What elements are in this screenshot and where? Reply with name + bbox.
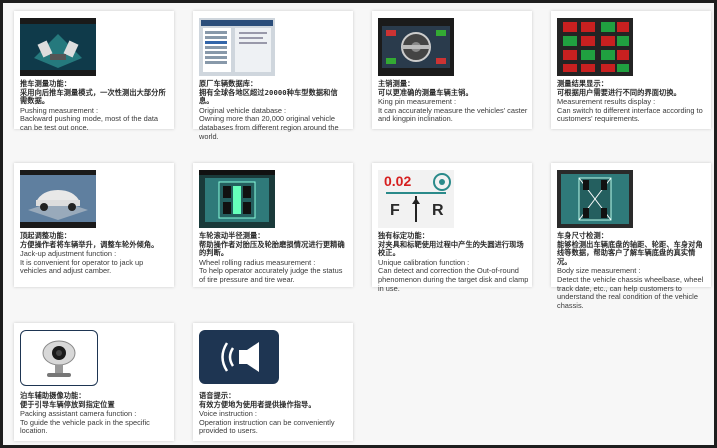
feature-en-desc: To help operator accurately judge the st… (199, 266, 343, 284)
feature-cn-text: 独有标定功能： 对夹具和标靶使用过程中产生的失圆进行现场校正。 (378, 231, 524, 258)
calibration-left-letter: F (390, 202, 400, 219)
feature-card-king-pin: 主销测量： 可以更准确的测量车辆主销。 King pin measurement… (372, 11, 532, 129)
speaker-icon (221, 342, 259, 372)
feature-grid: 推车测量功能： 采用向后推车测量模式，一次性测出大部分所需数据。 Pushing… (0, 0, 717, 448)
feature-en-desc: Can switch to different interface accord… (557, 105, 703, 124)
king-pin-thumbnail (378, 18, 454, 76)
feature-cn-text: 泊车辅助摄像功能： 便于引导车辆停放到指定位置 (20, 391, 115, 409)
camera-thumbnail (20, 330, 98, 386)
feature-card-pushing-measurement: 推车测量功能： 采用向后推车测量模式，一次性测出大部分所需数据。 Pushing… (14, 11, 174, 132)
feature-card-body-size: 车身尺寸检测： 能够检测出车辆底盘的轴距、轮距、车身对角线等数据，帮助客户了解车… (551, 163, 711, 310)
feature-card-calibration: 0.02 F R 独有标定功能： 对夹具和标靶使用过程中产生的失圆进行现场校正。… (372, 163, 532, 292)
feature-card-camera: 泊车辅助摄像功能： 便于引导车辆停放到指定位置 Packing assistan… (14, 323, 174, 441)
feature-cn-text: 推车测量功能： 采用向后推车测量模式，一次性测出大部分所需数据。 (20, 79, 166, 106)
feature-card-jack-up: 顶起调整功能： 方便操作者将车辆举升，调整车轮外倾角。 Jack-up adju… (14, 163, 174, 287)
feature-card-vehicle-database: 原厂车辆数据库： 拥有全球各地区超过20000种车型数据和信息。 Origina… (193, 11, 353, 140)
calibration-right-letter: R (432, 202, 444, 219)
feature-cn-text: 车身尺寸检测： 能够检测出车辆底盘的轴距、轮距、车身对角线等数据，帮助客户了解车… (557, 231, 703, 266)
feature-cn-text: 车轮滚动半径测量： 帮助操作者对胎压及轮胎磨损情况进行更精确的判断。 (199, 231, 345, 258)
feature-en-desc: Operation instruction can be convenientl… (199, 417, 335, 436)
voice-thumbnail (199, 330, 279, 384)
vehicle-database-thumbnail (199, 18, 275, 76)
feature-en-desc: Can detect and correction the Out-of-rou… (378, 266, 529, 293)
feature-en-desc: Detect the vehicle chassis wheelbase, wh… (557, 274, 704, 310)
feature-cn-text: 顶起调整功能： 方便操作者将车辆举升，调整车轮外倾角。 (20, 231, 159, 249)
rolling-radius-thumbnail (199, 170, 275, 228)
feature-card-voice: 语音提示： 有效方便地为使用者提供操作指导。 Voice instruction… (193, 323, 353, 441)
feature-cn-text: 主销测量： 可以更准确的测量车辆主销。 (378, 79, 473, 97)
feature-en-desc: To guide the vehicle pack in the specifi… (20, 417, 150, 436)
feature-card-rolling-radius: 车轮滚动半径测量： 帮助操作者对胎压及轮胎磨损情况进行更精确的判断。 Wheel… (193, 163, 353, 287)
feature-en-desc: Owning more than 20,000 original vehicle… (199, 114, 339, 141)
feature-cn-text: 语音提示： 有效方便地为使用者提供操作指导。 (199, 391, 316, 409)
feature-en-desc: It is convenient for operator to jack up… (20, 257, 144, 276)
feature-en-desc: Backward pushing mode, most of the data … (20, 114, 159, 132)
pushing-measurement-thumbnail (20, 18, 96, 76)
feature-en-desc: It can accurately measure the vehicles' … (378, 105, 528, 124)
camera-icon (42, 340, 76, 377)
feature-cn-text: 测量结果显示： 可根据用户需要进行不同的界面切换。 (557, 79, 681, 97)
feature-cn-text: 原厂车辆数据库： 拥有全球各地区超过20000种车型数据和信息。 (199, 79, 338, 106)
feature-card-results-display: 测量结果显示： 可根据用户需要进行不同的界面切换。 Measurement re… (551, 11, 711, 129)
calibration-thumbnail: 0.02 F R (378, 170, 454, 228)
results-display-thumbnail (557, 18, 633, 76)
jack-up-thumbnail (20, 170, 96, 228)
body-size-thumbnail (557, 170, 633, 228)
